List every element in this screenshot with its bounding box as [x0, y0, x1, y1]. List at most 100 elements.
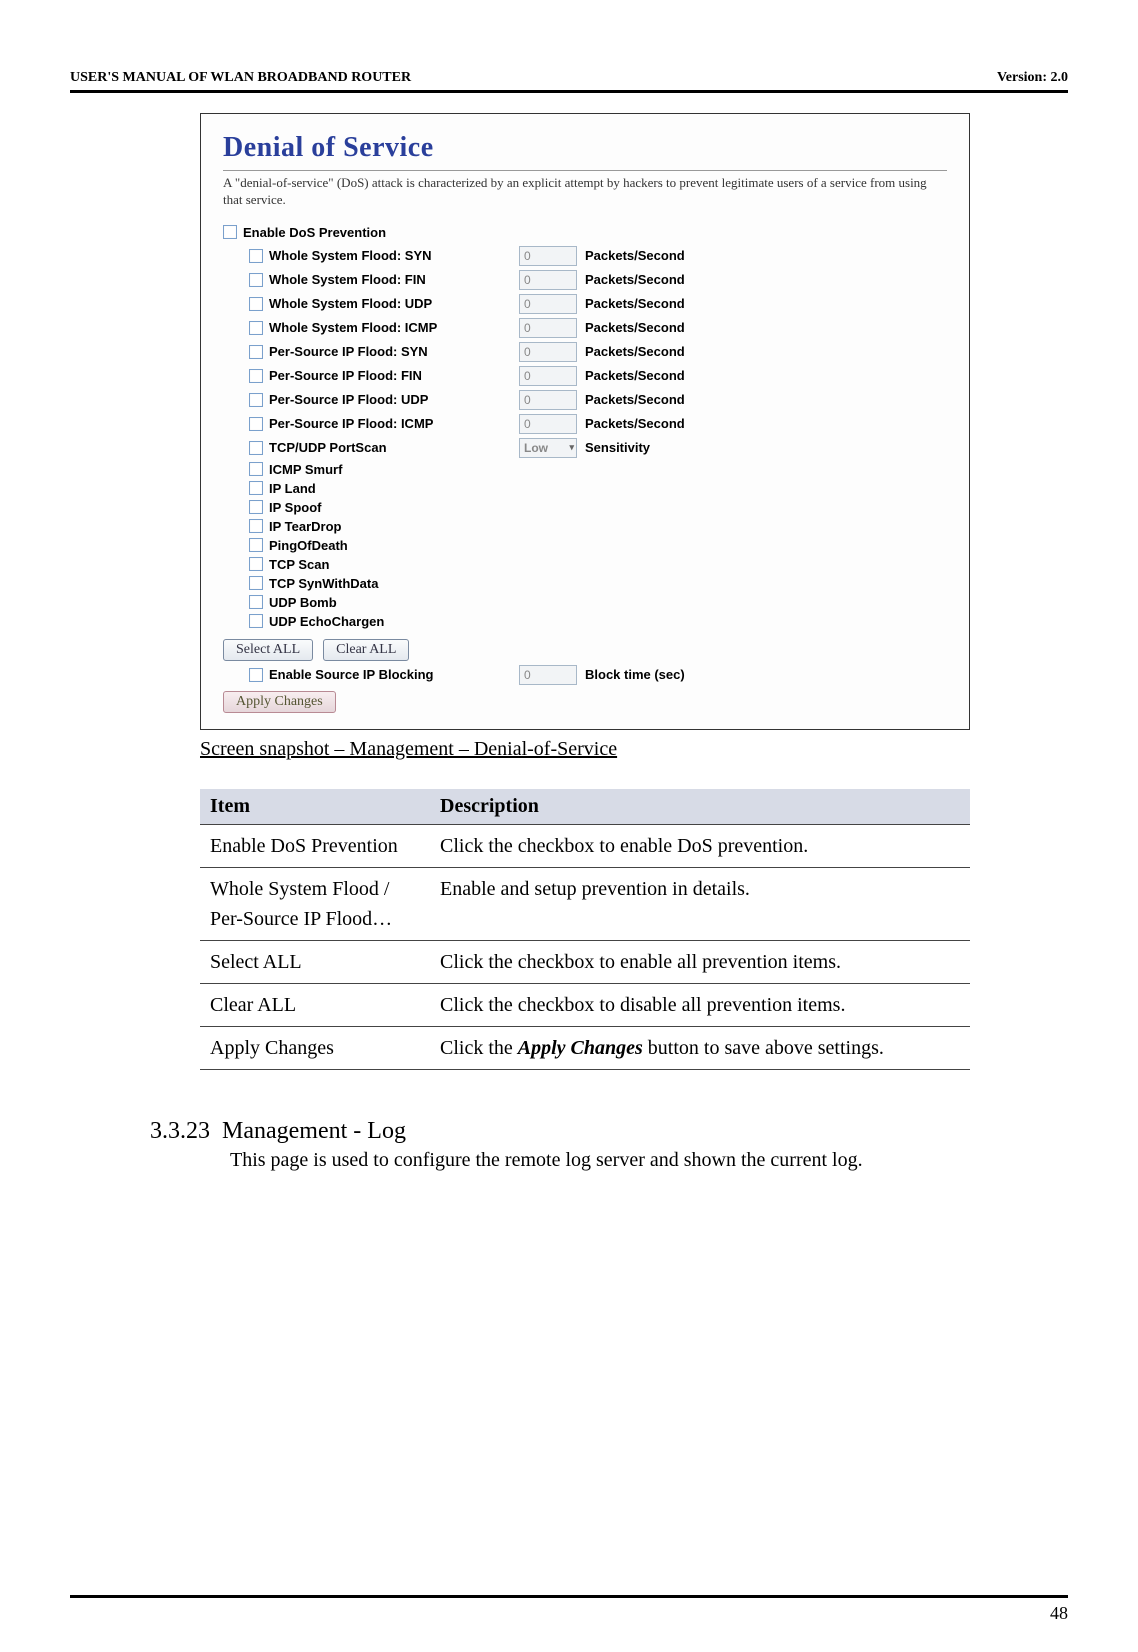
unit-label: Packets/Second — [585, 392, 685, 407]
checkbox[interactable] — [249, 249, 263, 263]
row-label: IP TearDrop — [269, 519, 341, 534]
value-input[interactable] — [519, 366, 577, 386]
row-label: Whole System Flood: UDP — [269, 296, 432, 311]
unit-label: Packets/Second — [585, 248, 685, 263]
value-input[interactable] — [519, 342, 577, 362]
portscan-row: TCP/UDP PortScan Low ▾ Sensitivity — [223, 438, 947, 458]
checkbox[interactable] — [249, 393, 263, 407]
select-value: Low — [524, 441, 548, 455]
source-ip-block-row: Enable Source IP Blocking Block time (se… — [223, 665, 947, 685]
cell-item: Apply Changes — [200, 1026, 430, 1069]
simple-row: TCP SynWithData — [223, 576, 947, 591]
simple-row: PingOfDeath — [223, 538, 947, 553]
checkbox[interactable] — [249, 595, 263, 609]
flood-row: Whole System Flood: SYN Packets/Second — [223, 246, 947, 266]
unit-label: Packets/Second — [585, 344, 685, 359]
row-label: PingOfDeath — [269, 538, 348, 553]
row-label: ICMP Smurf — [269, 462, 342, 477]
checkbox[interactable] — [249, 519, 263, 533]
checkbox[interactable] — [249, 369, 263, 383]
table-row: Apply Changes Click the Apply Changes bu… — [200, 1026, 970, 1069]
header-left: USER'S MANUAL OF WLAN BROADBAND ROUTER — [70, 70, 411, 86]
select-all-button[interactable]: Select ALL — [223, 639, 313, 661]
unit-label: Packets/Second — [585, 320, 685, 335]
value-input[interactable] — [519, 390, 577, 410]
table-header-item: Item — [200, 789, 430, 825]
checkbox[interactable] — [249, 321, 263, 335]
checkbox[interactable] — [249, 441, 263, 455]
dos-title: Denial of Service — [223, 132, 947, 164]
row-label: Per-Source IP Flood: UDP — [269, 392, 428, 407]
checkbox[interactable] — [249, 668, 263, 682]
flood-row: Per-Source IP Flood: ICMP Packets/Second — [223, 414, 947, 434]
cell-desc: Click the checkbox to enable all prevent… — [430, 940, 970, 983]
dos-fieldset: Enable DoS Prevention Whole System Flood… — [223, 225, 947, 713]
checkbox[interactable] — [249, 297, 263, 311]
cell-item: Enable DoS Prevention — [200, 824, 430, 867]
checkbox[interactable] — [249, 273, 263, 287]
checkbox[interactable] — [249, 417, 263, 431]
row-label: Per-Source IP Flood: SYN — [269, 344, 428, 359]
unit-label: Packets/Second — [585, 272, 685, 287]
enable-dos-row: Enable DoS Prevention — [223, 225, 947, 240]
checkbox[interactable] — [249, 576, 263, 590]
checkbox[interactable] — [249, 345, 263, 359]
page-number: 48 — [1050, 1603, 1068, 1624]
simple-row: UDP Bomb — [223, 595, 947, 610]
value-input[interactable] — [519, 318, 577, 338]
flood-row: Per-Source IP Flood: UDP Packets/Second — [223, 390, 947, 410]
enable-dos-checkbox[interactable] — [223, 225, 237, 239]
simple-row: IP Spoof — [223, 500, 947, 515]
simple-row: TCP Scan — [223, 557, 947, 572]
value-input[interactable] — [519, 246, 577, 266]
row-label: IP Spoof — [269, 500, 321, 515]
flood-row: Per-Source IP Flood: SYN Packets/Second — [223, 342, 947, 362]
table-row: Whole System Flood / Per-Source IP Flood… — [200, 867, 970, 940]
row-label: TCP/UDP PortScan — [269, 440, 387, 455]
value-input[interactable] — [519, 294, 577, 314]
checkbox[interactable] — [249, 462, 263, 476]
sensitivity-select[interactable]: Low ▾ — [519, 438, 577, 458]
value-input[interactable] — [519, 665, 577, 685]
cell-desc: Click the checkbox to enable DoS prevent… — [430, 824, 970, 867]
dos-description: A "denial-of-service" (DoS) attack is ch… — [223, 175, 947, 209]
desc-suffix: button to save above settings. — [643, 1037, 884, 1059]
select-clear-row: Select ALL Clear ALL — [223, 639, 947, 661]
value-input[interactable] — [519, 270, 577, 290]
dos-screenshot: Denial of Service A "denial-of-service" … — [200, 113, 970, 730]
apply-changes-button[interactable]: Apply Changes — [223, 691, 336, 713]
section-body: This page is used to configure the remot… — [230, 1149, 1068, 1172]
row-label: TCP SynWithData — [269, 576, 378, 591]
description-table: Item Description Enable DoS Prevention C… — [200, 789, 970, 1070]
checkbox[interactable] — [249, 481, 263, 495]
simple-row: IP Land — [223, 481, 947, 496]
value-input[interactable] — [519, 414, 577, 434]
table-header-description: Description — [430, 789, 970, 825]
checkbox[interactable] — [249, 538, 263, 552]
row-label: Whole System Flood: FIN — [269, 272, 426, 287]
page-header: USER'S MANUAL OF WLAN BROADBAND ROUTER V… — [70, 70, 1068, 90]
cell-desc: Click the checkbox to disable all preven… — [430, 983, 970, 1026]
checkbox[interactable] — [249, 500, 263, 514]
row-label: TCP Scan — [269, 557, 329, 572]
row-label: Per-Source IP Flood: ICMP — [269, 416, 433, 431]
section-number: 3.3.23 — [150, 1118, 210, 1144]
apply-row: Apply Changes — [223, 691, 947, 713]
unit-label: Sensitivity — [585, 440, 650, 455]
checkbox[interactable] — [249, 557, 263, 571]
section-title: Management - Log — [222, 1118, 406, 1144]
unit-label: Packets/Second — [585, 296, 685, 311]
cell-item: Clear ALL — [200, 983, 430, 1026]
chevron-down-icon: ▾ — [569, 442, 574, 453]
cell-desc: Click the Apply Changes button to save a… — [430, 1026, 970, 1069]
row-label: UDP Bomb — [269, 595, 337, 610]
checkbox[interactable] — [249, 614, 263, 628]
clear-all-button[interactable]: Clear ALL — [323, 639, 409, 661]
desc-em: Apply Changes — [518, 1037, 643, 1059]
dos-title-rule — [223, 170, 947, 171]
screenshot-caption: Screen snapshot – Management – Denial-of… — [200, 738, 1068, 761]
row-label: Whole System Flood: SYN — [269, 248, 432, 263]
header-right: Version: 2.0 — [997, 70, 1068, 86]
section-heading: 3.3.23 Management - Log — [150, 1118, 1068, 1145]
unit-label: Packets/Second — [585, 368, 685, 383]
